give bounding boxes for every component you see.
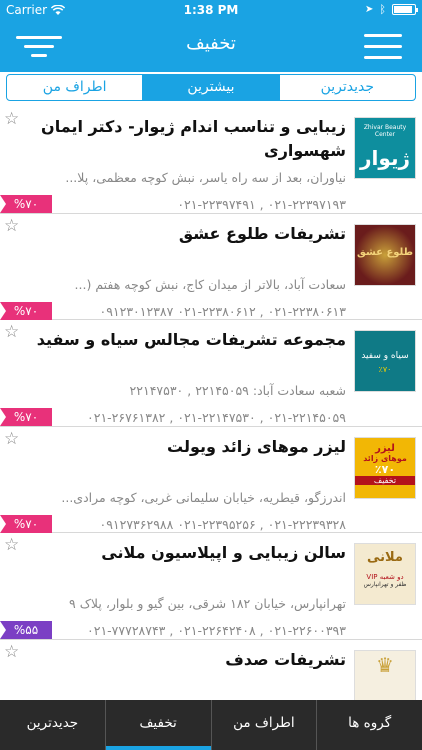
tab-newest[interactable]: جدیدترین: [0, 700, 106, 750]
item-phones: ۰۲۱-۲۲۳۸۰۶۱۳ , ۰۲۱-۲۲۳۸۰۶۱۲ ۰۹۱۲۳۰۱۲۳۸۷: [99, 303, 346, 319]
segment-most[interactable]: بیشترین: [143, 75, 280, 100]
list-item[interactable]: Zhivar Beauty Center ژیوار زیبایی و تناس…: [0, 107, 422, 214]
segment-newest[interactable]: جدیدترین: [280, 75, 415, 100]
item-phones: ۰۲۱-۲۲۶۰۰۳۹۳ , ۰۲۱-۲۲۶۴۲۴۰۸ , ۰۲۱-۷۷۷۲۸۷…: [87, 623, 346, 638]
business-logo: ملانی VIP دو شعبه ظفر و تهرانپارس: [354, 543, 416, 605]
status-bar: Carrier 1:38 PM ➤ ᛒ: [0, 0, 422, 20]
item-title: لیزر موهای زائد ویولت: [167, 436, 346, 456]
discount-badge: %۷۰: [0, 301, 52, 320]
item-phones: ۰۲۱-۲۲۳۹۷۱۹۳ , ۰۲۱-۲۲۳۹۷۴۹۱: [177, 197, 346, 212]
item-phones: ۰۲۱-۲۲۱۴۵۰۵۹ , ۰۲۱-۲۲۱۴۷۵۳۰ , ۰۲۱-۲۶۷۶۱۳…: [87, 410, 346, 425]
favorite-star-icon[interactable]: ☆: [4, 216, 19, 236]
item-title: تشریفات طلوع عشق: [178, 223, 346, 243]
business-logo: لیزر موهای زائد ٪۷۰ تخفیف: [354, 436, 416, 499]
list-item[interactable]: سیاه و سفید ٪۷۰ مجموعه تشریفات مجالس سیا…: [0, 320, 422, 427]
business-logo: طلوع عشق: [354, 223, 416, 286]
discount-badge: %۷۰: [0, 408, 52, 426]
business-logo: سیاه و سفید ٪۷۰: [354, 330, 416, 392]
favorite-star-icon[interactable]: ☆: [4, 535, 19, 555]
location-arrow-icon: ➤: [365, 4, 374, 15]
tab-nearby[interactable]: اطراف من: [212, 700, 318, 750]
item-title: زیبایی و تناسب اندام ژیوار- دکتر ایمان ش…: [41, 117, 346, 160]
favorite-star-icon[interactable]: ☆: [4, 429, 19, 449]
tab-groups[interactable]: گروه ها: [317, 700, 422, 750]
battery-icon: [392, 4, 418, 15]
item-address: نیاوران، بعد از سه راه یاسر، نبش کوچه مع…: [65, 170, 346, 185]
discount-badge: %۷۰: [0, 514, 52, 533]
status-time: 1:38 PM: [183, 3, 239, 17]
item-phones: ۰۲۱-۲۲۲۳۹۳۲۸ , ۰۲۱-۲۲۳۹۵۲۵۶ ۰۹۱۲۷۳۶۲۹۸۸: [99, 516, 346, 532]
discount-badge: %۵۵: [0, 621, 52, 639]
tab-discount[interactable]: تخفیف: [105, 700, 212, 750]
favorite-star-icon[interactable]: ☆: [4, 642, 19, 662]
discount-badge: %۷۰: [0, 195, 52, 213]
business-logo: ♛: [354, 649, 416, 700]
item-address: اندرزگو، قیطریه، خیابان سلیمانی غربی، کو…: [61, 489, 346, 505]
item-address: شعبه سعادت آباد: ۲۲۱۴۵۰۵۹ , ۲۲۱۴۷۵۳۰: [129, 383, 346, 398]
segment-nearby[interactable]: اطراف من: [7, 75, 144, 100]
list-item[interactable]: ملانی VIP دو شعبه ظفر و تهرانپارس سالن ز…: [0, 533, 422, 640]
business-logo: Zhivar Beauty Center ژیوار: [354, 117, 416, 179]
list-item[interactable]: ♛ تشریفات صدف ☆: [0, 640, 422, 700]
item-address: سعادت آباد، بالاتر از میدان کاج، نبش کوچ…: [74, 276, 346, 292]
bluetooth-icon: ᛒ: [379, 3, 386, 16]
offers-list: Zhivar Beauty Center ژیوار زیبایی و تناس…: [0, 107, 422, 700]
list-item[interactable]: لیزر موهای زائد ٪۷۰ تخفیف لیزر موهای زائ…: [0, 427, 422, 533]
favorite-star-icon[interactable]: ☆: [4, 322, 19, 342]
item-address: تهرانپارس، خیابان ۱۸۲ شرقی، بین گیو و بل…: [69, 596, 346, 611]
item-title: سالن زیبایی و اپیلاسیون ملانی: [101, 543, 346, 562]
page-title: تخفیف: [186, 33, 236, 54]
favorite-star-icon[interactable]: ☆: [4, 109, 19, 129]
sort-segmented-control: اطراف من بیشترین جدیدترین: [6, 74, 416, 101]
hamburger-menu-icon[interactable]: [364, 30, 402, 64]
item-title: تشریفات صدف: [225, 649, 346, 669]
bottom-tab-bar: جدیدترین تخفیف اطراف من گروه ها: [0, 700, 422, 750]
list-item[interactable]: طلوع عشق تشریفات طلوع عشق سعادت آباد، با…: [0, 214, 422, 320]
navigation-bar: تخفیف: [0, 20, 422, 72]
item-title: مجموعه تشریفات مجالس سیاه و سفید: [36, 330, 346, 349]
